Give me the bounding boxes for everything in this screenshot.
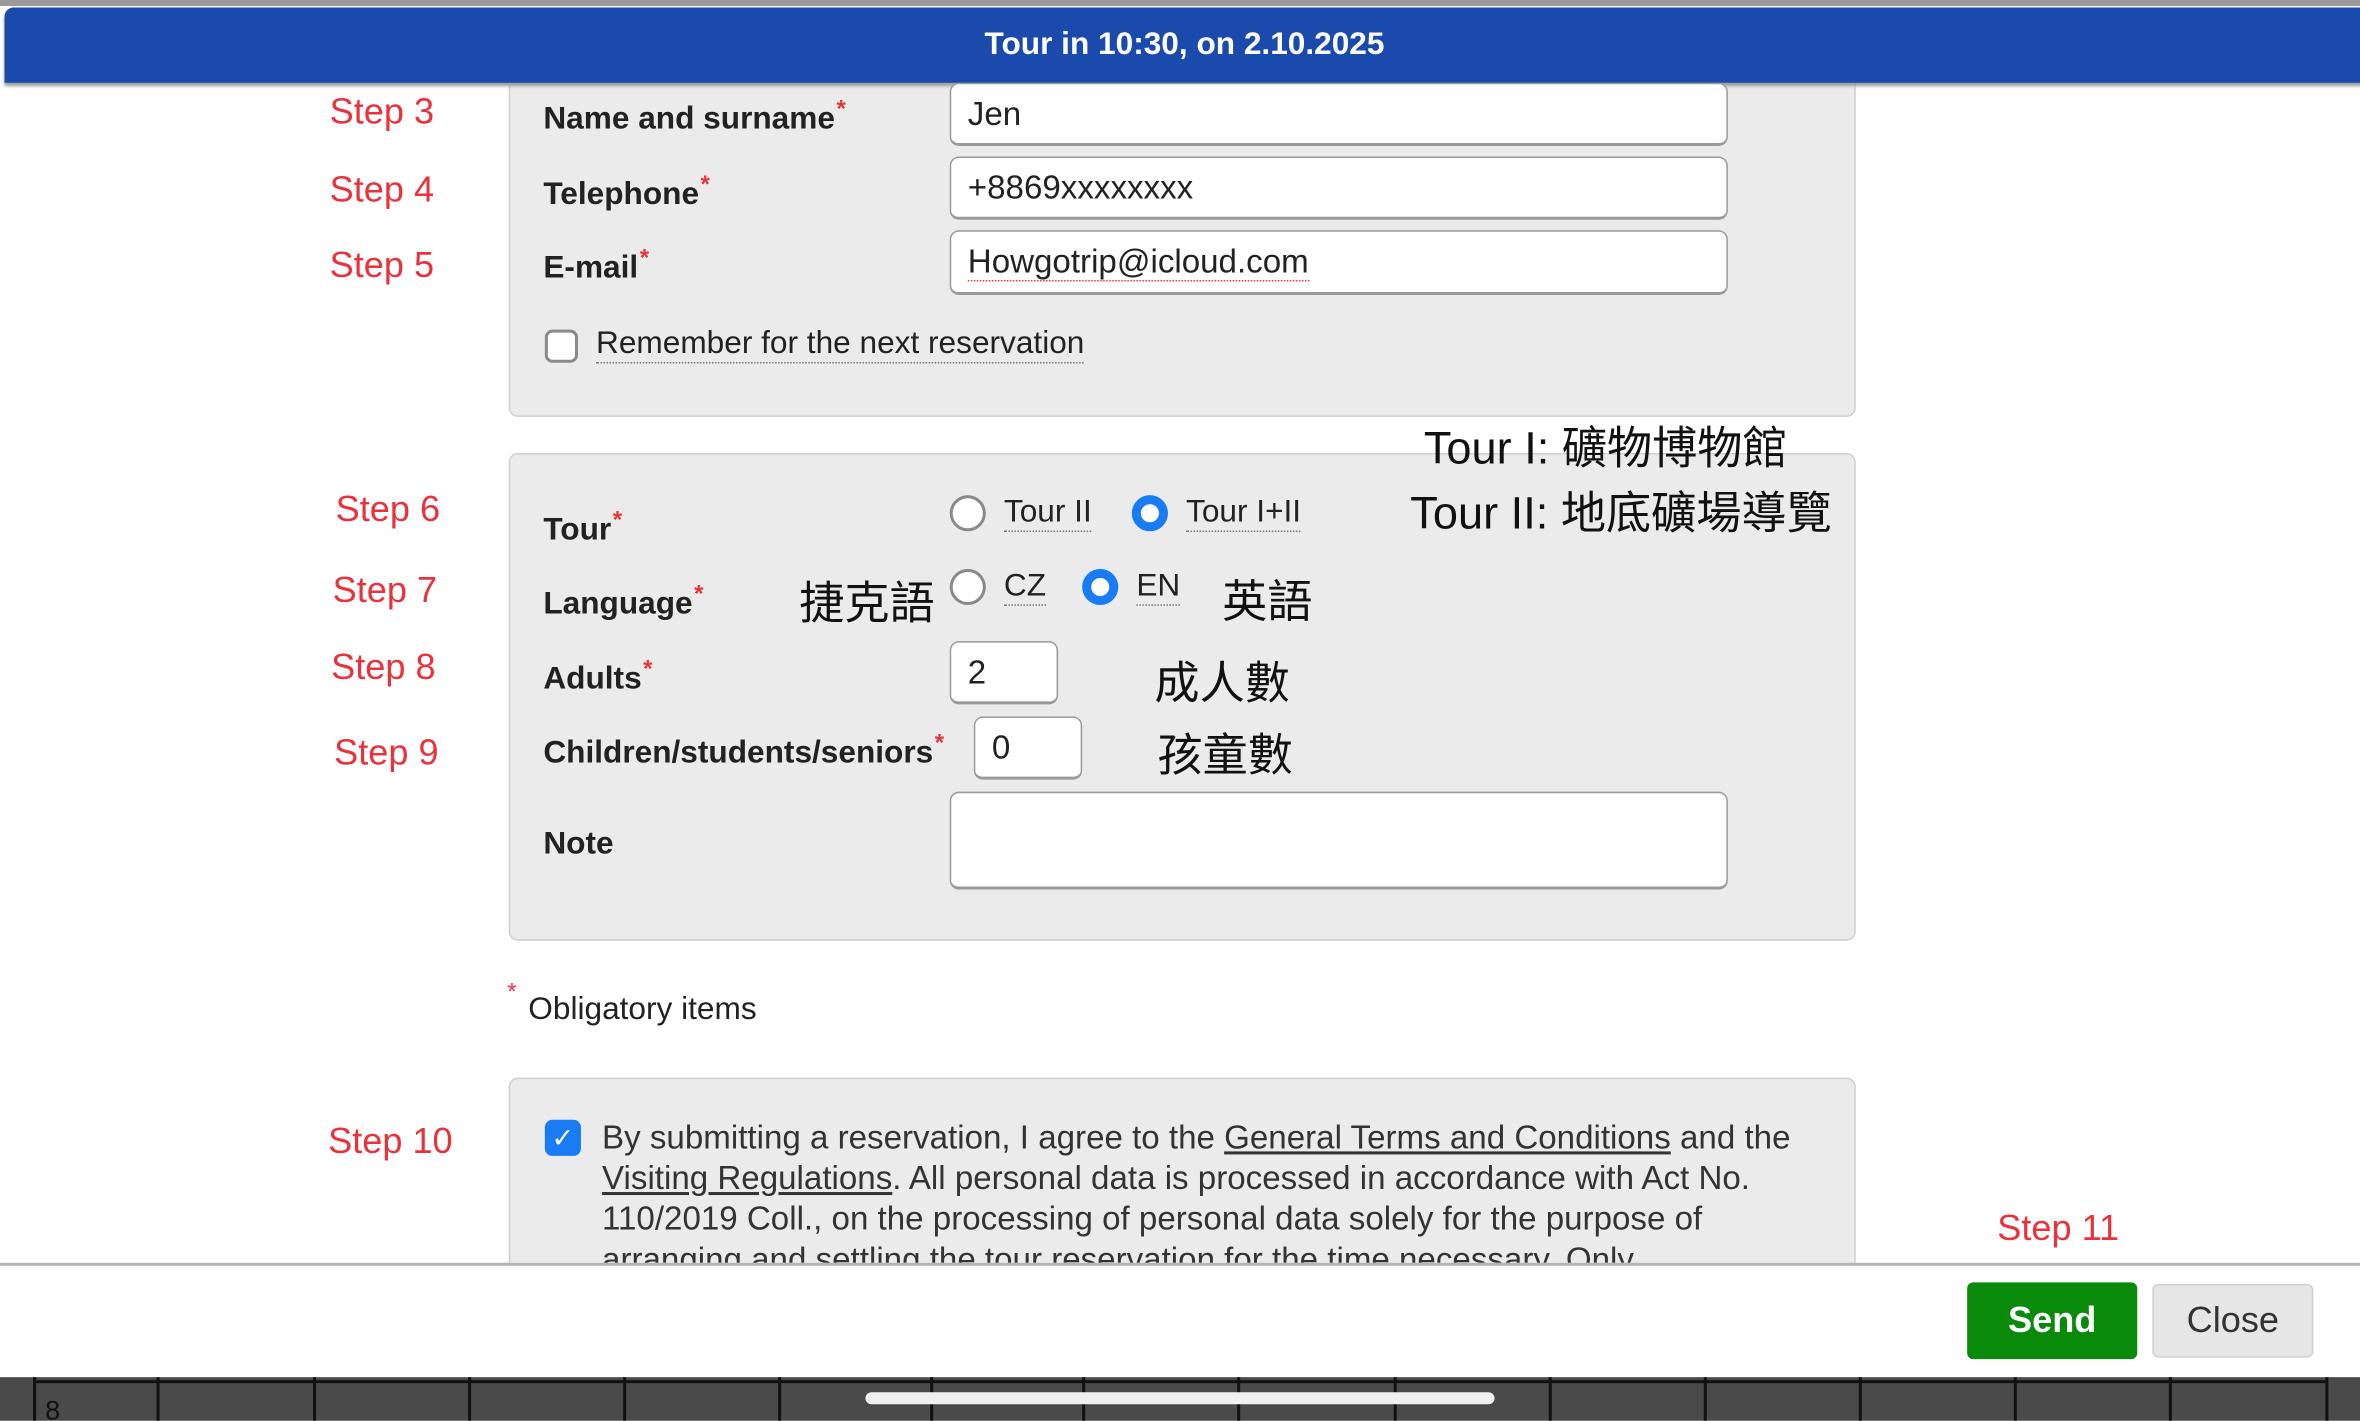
step-9-annotation: Step 9 (334, 732, 439, 774)
required-asterisk: * (507, 979, 517, 1006)
tour-1-annotation: Tour I: 礦物博物館 (1423, 424, 1788, 475)
agreement-text: By submitting a reservation, I agree to … (602, 1118, 1791, 1278)
send-button[interactable]: Send (1967, 1282, 2138, 1360)
tour-2-annotation: Tour II: 地底礦場導覽 (1410, 489, 1832, 539)
telephone-input[interactable]: +8869xxxxxxxx (949, 156, 1728, 220)
adults-label: Adults* (543, 656, 653, 697)
step-10-annotation: Step 10 (328, 1121, 453, 1162)
language-cz-label[interactable]: CZ (1003, 568, 1047, 606)
adults-annotation: 成人數 (1154, 659, 1290, 709)
language-cz-radio[interactable] (949, 568, 986, 606)
tour-ii-label[interactable]: Tour II (1003, 494, 1092, 533)
checkmark-icon: ✓ (551, 1122, 575, 1154)
name-label: Name and surname* (543, 97, 846, 137)
grid-line (2013, 1377, 2017, 1421)
children-input[interactable]: 0 (973, 716, 1083, 780)
agreement-checkbox[interactable]: ✓ (544, 1119, 581, 1156)
close-button[interactable]: Close (2152, 1283, 2314, 1358)
tour-label: Tour* (543, 507, 623, 548)
english-annotation: 英語 (1222, 577, 1313, 628)
grid-line (313, 1377, 316, 1421)
remember-checkbox[interactable] (544, 329, 578, 363)
obligatory-items-note: Obligatory items (528, 991, 757, 1027)
home-indicator[interactable] (865, 1392, 1495, 1405)
grid-line (156, 1377, 159, 1421)
czech-annotation: 捷克語 (799, 579, 935, 630)
dialog-title: Tour in 10:30, on 2.10.2025 (4, 7, 2360, 83)
tour-i-ii-radio[interactable] (1131, 495, 1168, 532)
background-page: 8 (0, 1377, 2360, 1421)
step-11-annotation: Step 11 (1997, 1208, 2120, 1250)
grid-line (1548, 1377, 1552, 1421)
top-border (0, 0, 2360, 7)
step-8-annotation: Step 8 (331, 647, 436, 688)
reservation-dialog: Tour in 10:30, on 2.10.2025 Step 3 Step … (0, 0, 2360, 1421)
email-value: Howgotrip@icloud.com (967, 241, 1309, 281)
note-label: Note (543, 826, 614, 861)
note-textarea[interactable] (949, 791, 1728, 890)
visiting-regulations-link[interactable]: Visiting Regulations (602, 1159, 892, 1197)
grid-line (2325, 1377, 2328, 1421)
telephone-label: Telephone* (543, 172, 710, 212)
children-annotation: 孩童數 (1157, 731, 1293, 782)
step-5-annotation: Step 5 (329, 245, 435, 286)
grid-line (468, 1377, 471, 1421)
grid-line (2168, 1377, 2172, 1421)
remember-label[interactable]: Remember for the next reservation (596, 326, 1085, 364)
email-input[interactable]: Howgotrip@icloud.com (949, 230, 1728, 295)
email-label: E-mail* (543, 246, 650, 286)
tour-i-ii-label[interactable]: Tour I+II (1186, 494, 1302, 533)
grid-line (1858, 1377, 1862, 1421)
terms-link[interactable]: General Terms and Conditions (1224, 1118, 1671, 1156)
grid-line (33, 1377, 36, 1421)
name-input[interactable]: Jen (949, 82, 1728, 146)
children-label: Children/students/seniors* (543, 730, 945, 770)
adults-input[interactable]: 2 (949, 641, 1059, 705)
language-en-label[interactable]: EN (1136, 568, 1181, 606)
step-3-annotation: Step 3 (329, 91, 435, 133)
language-en-radio[interactable] (1082, 568, 1119, 606)
language-label: Language* (543, 581, 704, 621)
step-4-annotation: Step 4 (329, 170, 435, 211)
calendar-cell-text: 8 (45, 1395, 61, 1421)
tour-ii-radio[interactable] (949, 495, 986, 532)
step-7-annotation: Step 7 (332, 570, 438, 612)
step-6-annotation: Step 6 (335, 489, 441, 530)
grid-line (1703, 1377, 1707, 1421)
grid-line (623, 1377, 626, 1421)
grid-line (778, 1377, 781, 1421)
